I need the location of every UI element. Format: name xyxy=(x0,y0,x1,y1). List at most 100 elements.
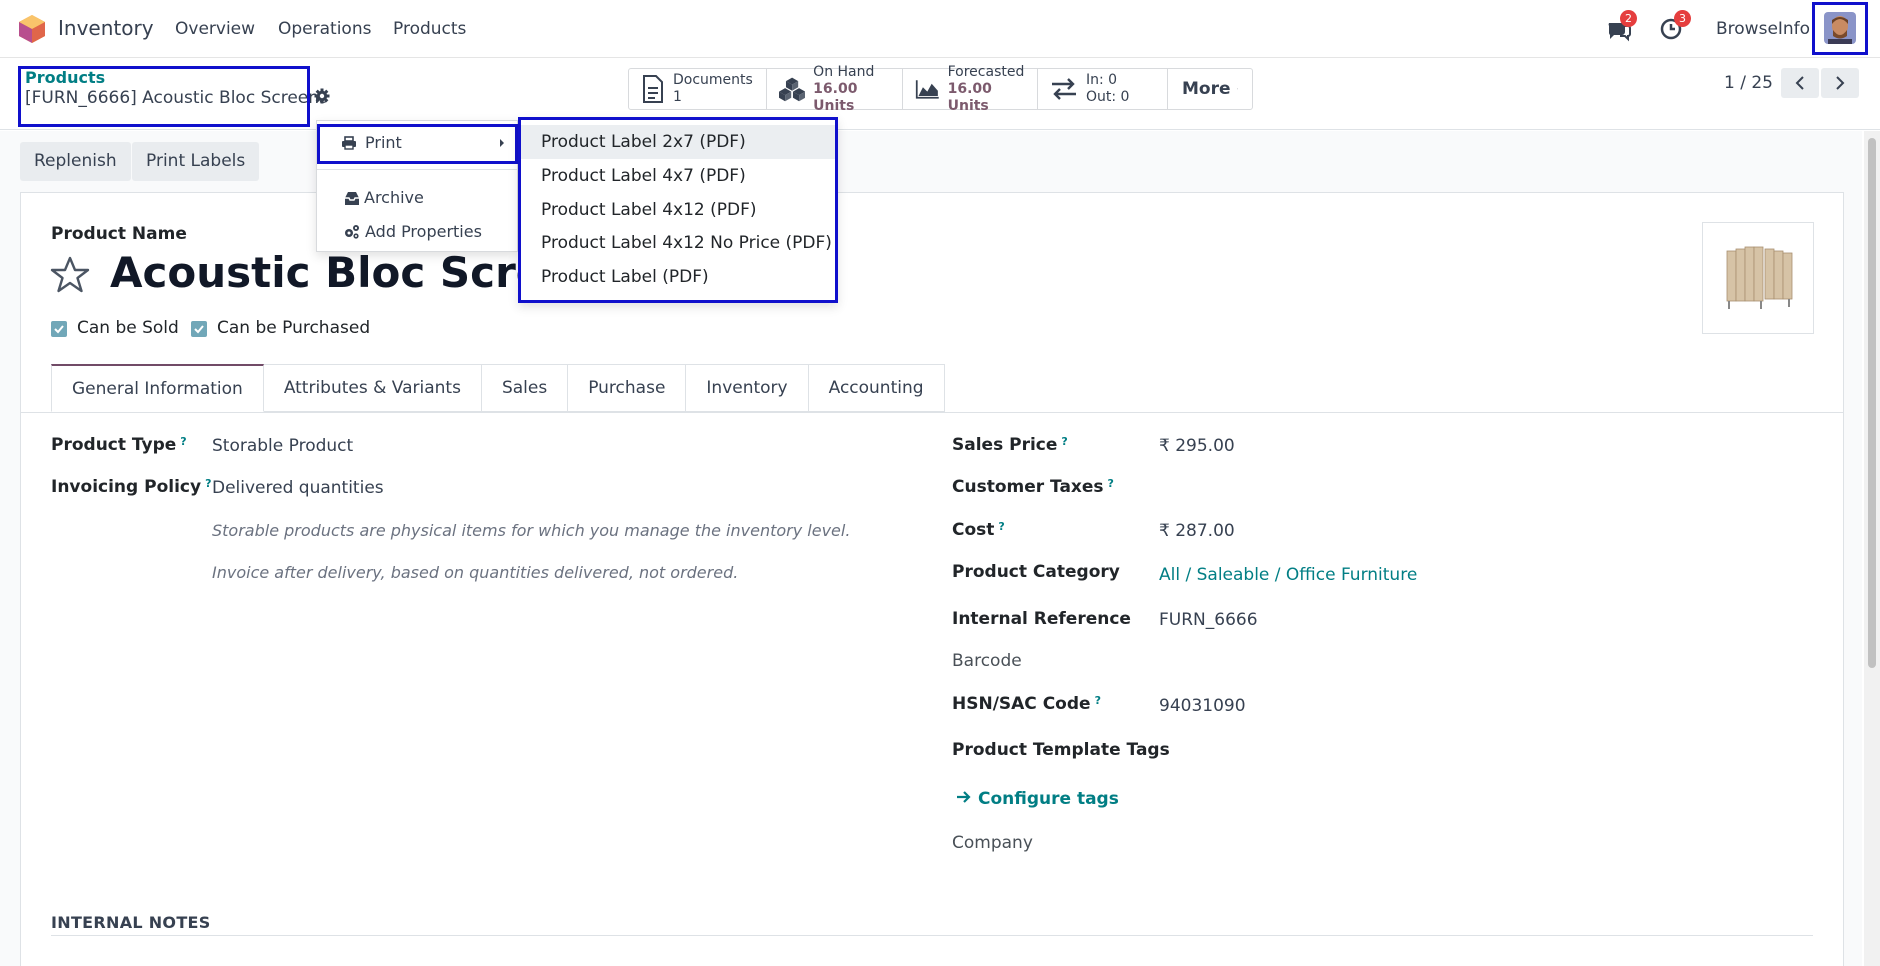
product-type-label-text: Product Type xyxy=(51,435,177,455)
control-panel: Products [FURN_6666] Acoustic Bloc Scree… xyxy=(0,58,1880,130)
app-name[interactable]: Inventory xyxy=(58,16,154,40)
internal-notes-heading: INTERNAL NOTES xyxy=(51,913,211,932)
company-name[interactable]: BrowseInfo xyxy=(1716,19,1810,39)
chevron-right-icon xyxy=(1836,76,1845,90)
internal-reference-label: Internal Reference xyxy=(952,609,1131,629)
tab-attributes-variants[interactable]: Attributes & Variants xyxy=(263,364,482,412)
cost-label: Cost? xyxy=(952,520,1005,540)
checkmark-icon xyxy=(54,325,64,334)
notebook-tabs: General Information Attributes & Variant… xyxy=(51,364,945,412)
more-label: More xyxy=(1182,79,1231,99)
pager-value[interactable]: 1 / 25 xyxy=(1724,73,1773,93)
company-label: Company xyxy=(952,833,1033,853)
pager-previous-button[interactable] xyxy=(1781,68,1819,98)
tab-divider xyxy=(20,412,1844,413)
on-hand-value: 16.00 Units xyxy=(813,80,858,114)
sales-price-field[interactable]: ₹ 295.00 xyxy=(1159,436,1235,456)
invoice-note: Invoice after delivery, based on quantit… xyxy=(212,563,739,582)
replenish-button[interactable]: Replenish xyxy=(20,142,131,181)
gear-icon[interactable] xyxy=(314,88,330,104)
caret-down-icon xyxy=(1236,88,1238,90)
menu-overview[interactable]: Overview xyxy=(175,19,255,39)
can-be-sold-checkbox[interactable] xyxy=(51,321,67,337)
hsn-code-field[interactable]: 94031090 xyxy=(1159,696,1246,716)
print-label-4x12-item[interactable]: Product Label 4x12 (PDF) xyxy=(521,193,835,227)
activities-badge: 3 xyxy=(1674,10,1691,27)
tab-sales[interactable]: Sales xyxy=(481,364,569,412)
print-label-4x12-no-price-item[interactable]: Product Label 4x12 No Price (PDF) xyxy=(521,226,835,260)
print-label-2x7-item[interactable]: Product Label 2x7 (PDF) xyxy=(521,125,835,159)
help-tooltip-icon[interactable]: ? xyxy=(205,477,211,490)
on-hand-label: On Hand xyxy=(813,63,875,80)
document-icon xyxy=(643,75,663,103)
print-label: Print xyxy=(365,133,402,152)
on-hand-smart-button[interactable]: On Hand 16.00 Units xyxy=(767,64,903,114)
product-name-label: Product Name xyxy=(51,224,187,244)
messages-badge: 2 xyxy=(1620,10,1637,27)
help-tooltip-icon[interactable]: ? xyxy=(180,435,186,448)
favorite-star-icon[interactable] xyxy=(50,255,90,295)
chevron-left-icon xyxy=(1795,76,1804,90)
cost-label-text: Cost xyxy=(952,520,995,540)
help-tooltip-icon[interactable]: ? xyxy=(1095,694,1101,707)
product-image[interactable] xyxy=(1702,222,1814,334)
forecasted-smart-button[interactable]: Forecasted 16.00 Units xyxy=(903,64,1038,114)
documents-value: 1 xyxy=(673,89,682,105)
product-category-label: Product Category xyxy=(952,562,1120,582)
activities-systray[interactable]: 3 xyxy=(1660,10,1691,42)
customer-taxes-label-text: Customer Taxes xyxy=(952,477,1104,497)
print-labels-button[interactable]: Print Labels xyxy=(132,142,260,181)
print-label-4x7-item[interactable]: Product Label 4x7 (PDF) xyxy=(521,159,835,193)
add-properties-label: Add Properties xyxy=(365,222,482,241)
avatar-image xyxy=(1824,12,1856,44)
in-out-smart-button[interactable]: In: 0 Out: 0 xyxy=(1038,69,1168,109)
arrow-right-icon xyxy=(957,791,971,803)
sales-price-label-text: Sales Price xyxy=(952,435,1058,455)
internal-notes-divider xyxy=(51,935,1813,936)
cost-field[interactable]: ₹ 287.00 xyxy=(1159,521,1235,541)
pager-next-button[interactable] xyxy=(1821,68,1859,98)
exchange-icon xyxy=(1052,78,1076,100)
user-avatar[interactable] xyxy=(1824,12,1856,44)
can-be-purchased-label[interactable]: Can be Purchased xyxy=(217,318,370,338)
more-dropdown-button[interactable]: More xyxy=(1168,69,1252,109)
can-be-sold-label[interactable]: Can be Sold xyxy=(77,318,179,338)
documents-smart-button[interactable]: Documents 1 xyxy=(629,69,767,109)
inventory-app-icon[interactable] xyxy=(18,14,46,44)
tab-accounting[interactable]: Accounting xyxy=(808,364,945,412)
breadcrumb-products-link[interactable]: Products xyxy=(25,68,105,87)
storable-note: Storable products are physical items for… xyxy=(212,521,851,540)
acoustic-screen-image xyxy=(1726,246,1793,309)
tab-general-information[interactable]: General Information xyxy=(51,364,264,412)
product-category-field[interactable]: All / Saleable / Office Furniture xyxy=(1159,565,1417,585)
top-navbar: Inventory Overview Operations Products 2… xyxy=(0,0,1880,58)
add-properties-menu-item[interactable]: Add Properties xyxy=(317,217,517,247)
help-tooltip-icon[interactable]: ? xyxy=(998,520,1004,533)
print-menu-item[interactable]: Print xyxy=(317,128,517,158)
cubes-icon xyxy=(779,77,806,102)
can-be-purchased-checkbox[interactable] xyxy=(191,321,207,337)
archive-label: Archive xyxy=(364,188,424,207)
scrollbar-thumb[interactable] xyxy=(1868,138,1876,668)
product-type-field[interactable]: Storable Product xyxy=(212,436,353,456)
invoicing-policy-field[interactable]: Delivered quantities xyxy=(212,478,384,498)
customer-taxes-label: Customer Taxes? xyxy=(952,477,1114,497)
menu-divider xyxy=(317,169,517,170)
archive-menu-item[interactable]: Archive xyxy=(317,183,517,213)
sales-price-label: Sales Price? xyxy=(952,435,1068,455)
hsn-code-label: HSN/SAC Code? xyxy=(952,694,1101,714)
menu-operations[interactable]: Operations xyxy=(278,19,371,39)
print-product-label-item[interactable]: Product Label (PDF) xyxy=(521,260,835,294)
messages-systray[interactable]: 2 xyxy=(1606,10,1637,42)
tab-purchase[interactable]: Purchase xyxy=(568,364,687,412)
gear-dropdown-menu: Print Archive Add Properties xyxy=(316,120,518,252)
in-count: In: 0 xyxy=(1086,72,1118,88)
internal-reference-field[interactable]: FURN_6666 xyxy=(1159,610,1258,630)
menu-products[interactable]: Products xyxy=(393,19,466,39)
help-tooltip-icon[interactable]: ? xyxy=(1108,477,1114,490)
barcode-label: Barcode xyxy=(952,651,1022,671)
forecasted-label: Forecasted xyxy=(947,63,1025,80)
configure-tags-link[interactable]: Configure tags xyxy=(956,789,1119,809)
help-tooltip-icon[interactable]: ? xyxy=(1061,435,1067,448)
tab-inventory[interactable]: Inventory xyxy=(686,364,809,412)
